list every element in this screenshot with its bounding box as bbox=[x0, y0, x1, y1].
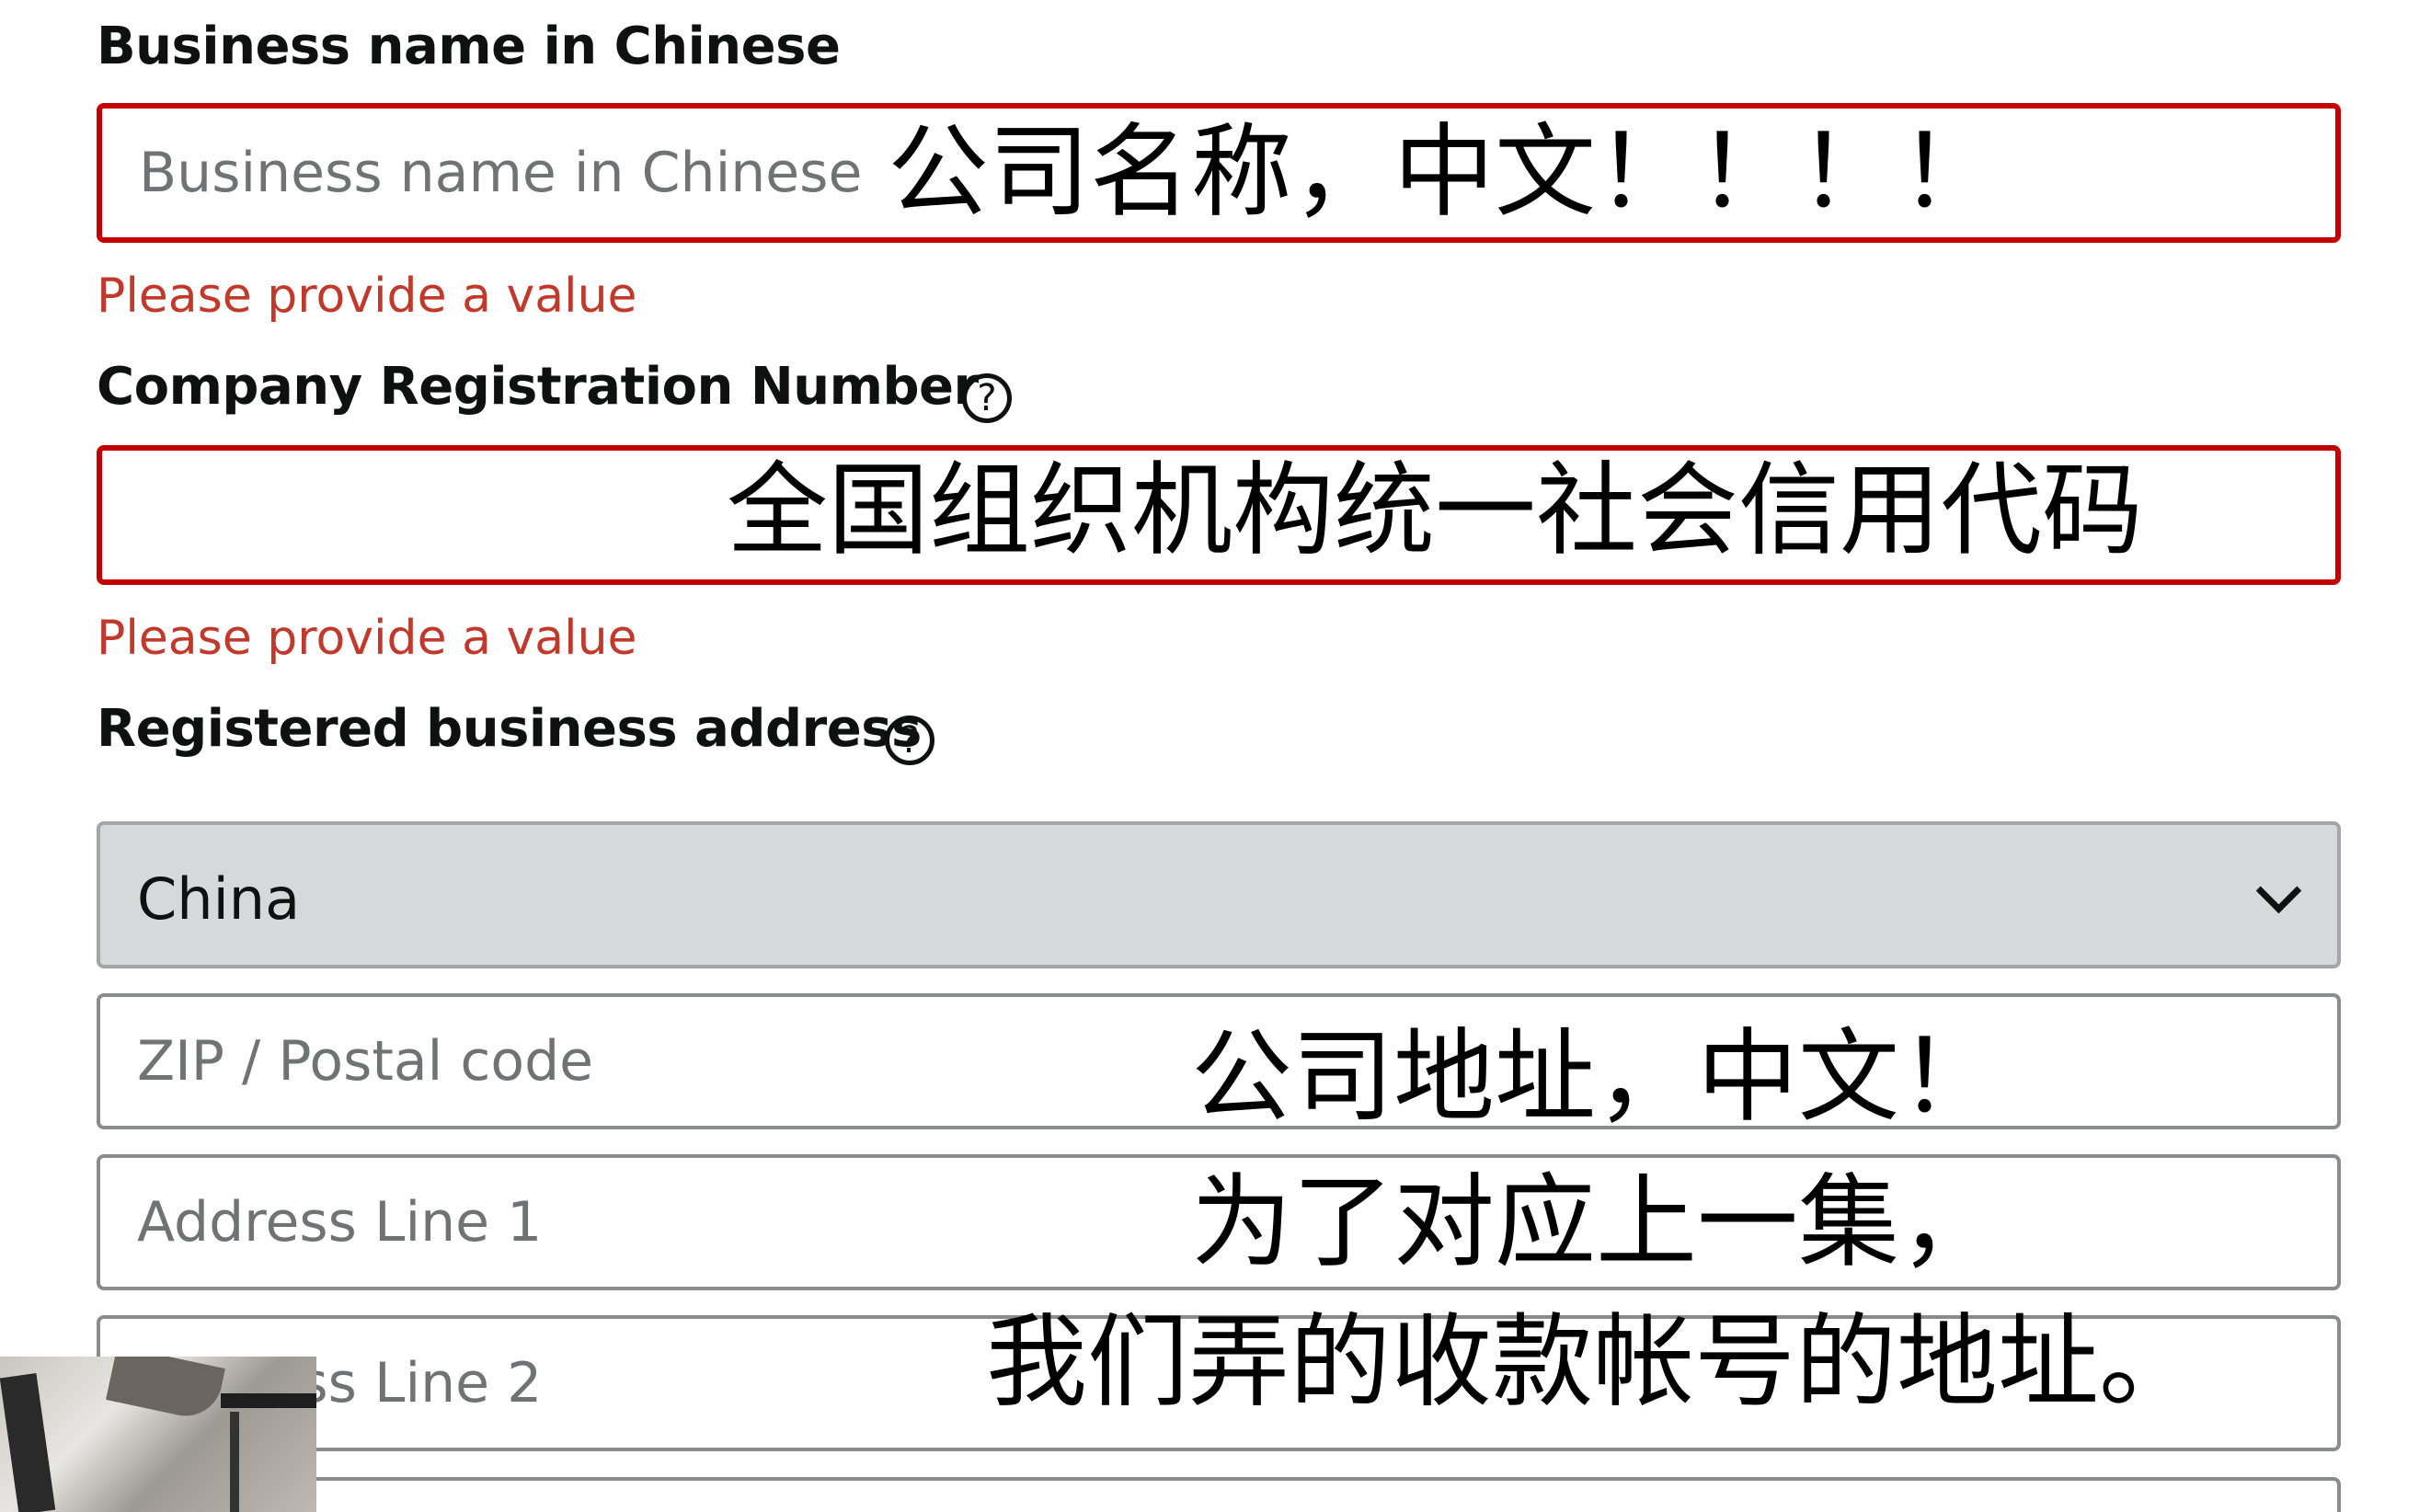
subtitle-registration: 全国组织机构统一社会信用代码 bbox=[727, 452, 2143, 569]
address-line3-field[interactable] bbox=[97, 1477, 2341, 1512]
registration-number-label: Company Registration Number bbox=[97, 357, 979, 417]
business-name-cn-error: Please provide a value bbox=[97, 269, 637, 324]
address-help-icon[interactable]: ? bbox=[885, 716, 934, 765]
chevron-down-icon bbox=[2255, 867, 2302, 914]
business-name-cn-label: Business name in Chinese bbox=[97, 17, 841, 76]
subtitle-address-1: 公司地址，中文！ bbox=[1191, 1018, 2001, 1136]
registration-help-icon[interactable]: ? bbox=[962, 373, 1012, 423]
subtitle-business-name: 公司名称，中文！！！！ bbox=[888, 113, 2001, 231]
subtitle-address-3: 我们弄的收款帐号的地址。 bbox=[986, 1303, 2200, 1421]
country-select[interactable]: China bbox=[97, 821, 2341, 968]
subtitle-address-2: 为了对应上一集， bbox=[1191, 1163, 2001, 1281]
registration-number-error: Please provide a value bbox=[97, 611, 637, 666]
registered-address-label: Registered business address bbox=[97, 699, 922, 759]
webcam-overlay bbox=[0, 1357, 316, 1512]
country-select-value: China bbox=[137, 865, 301, 933]
